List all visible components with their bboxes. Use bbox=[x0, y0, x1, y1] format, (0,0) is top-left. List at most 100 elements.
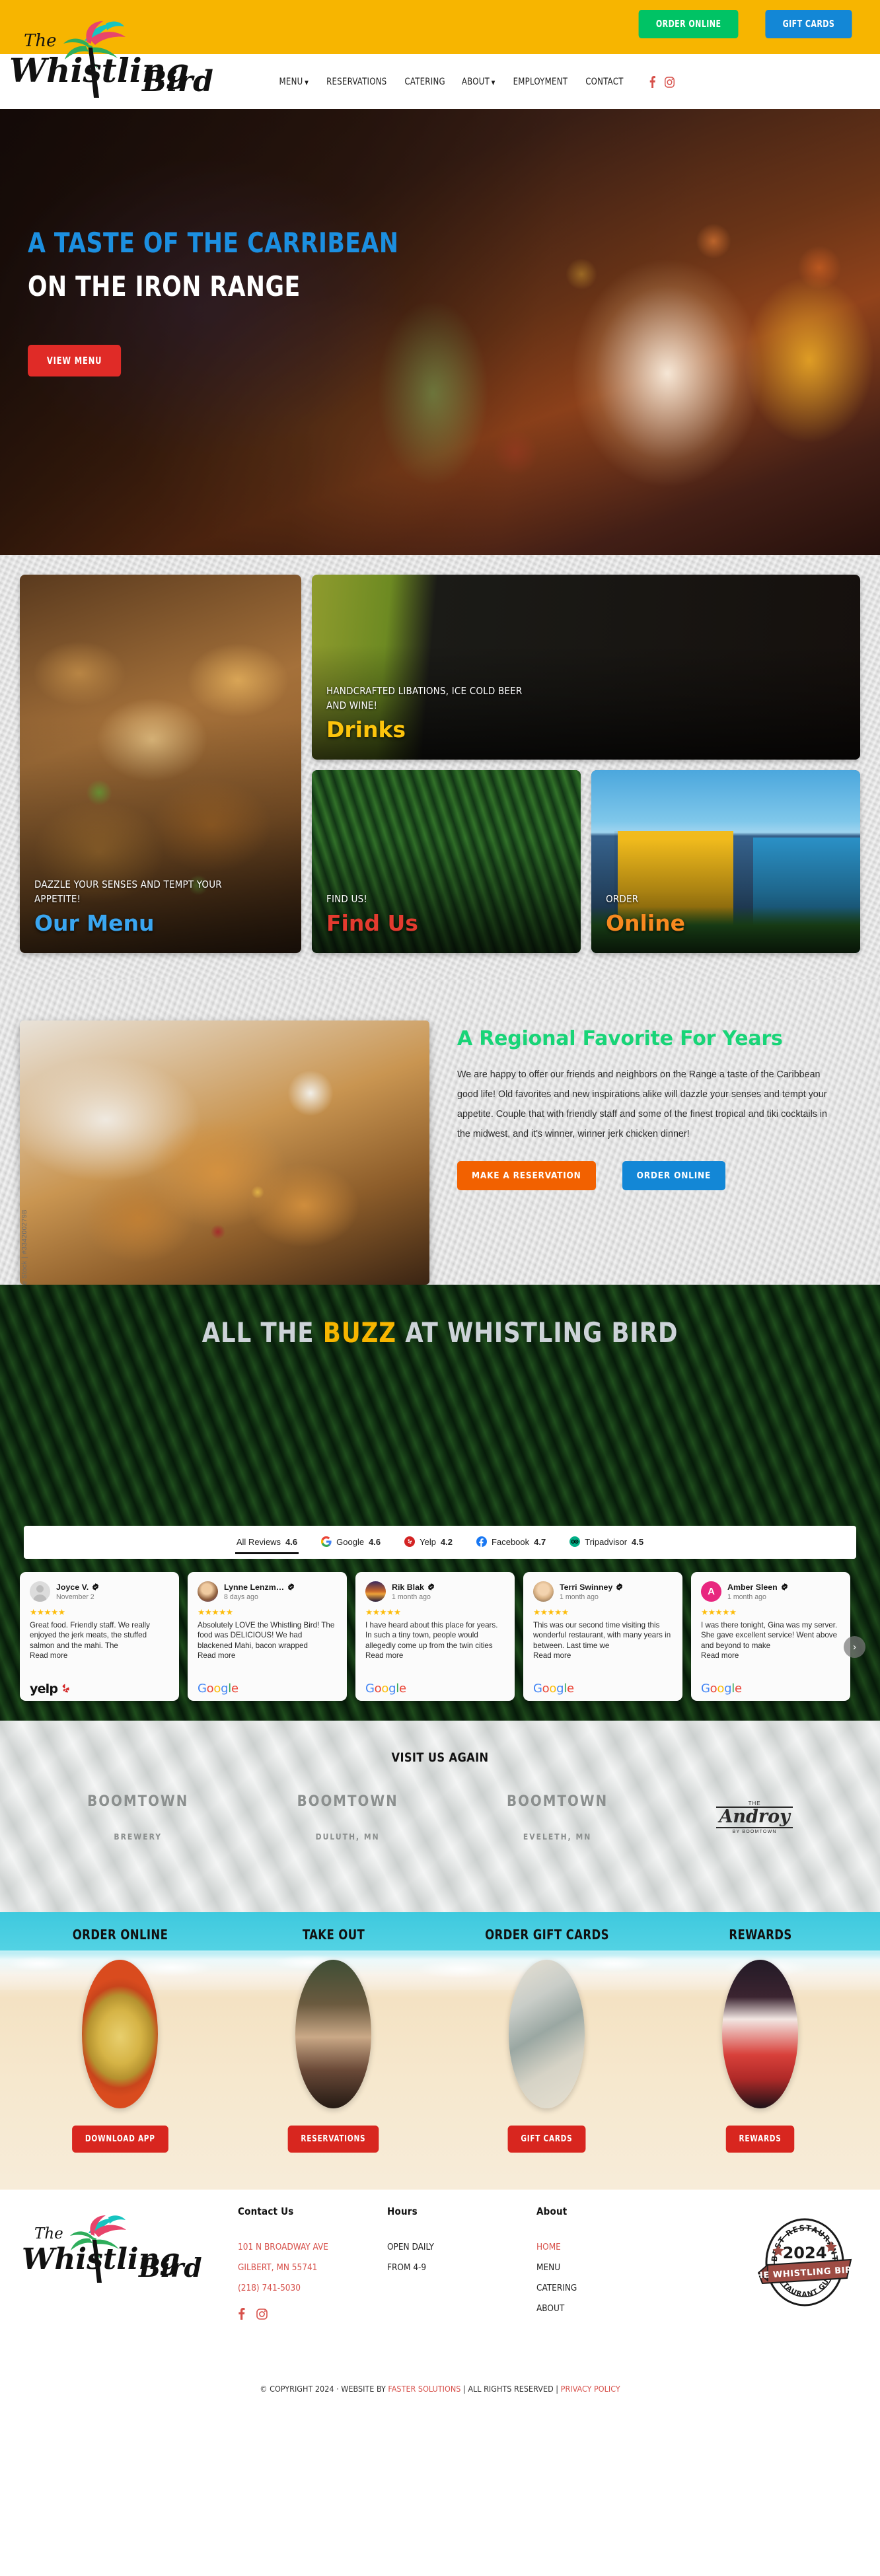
feature-cards-section: DAZZLE YOUR SENSES AND TEMPT YOUR APPETI… bbox=[0, 555, 880, 980]
yelp-wordmark: yelp bbox=[30, 1682, 58, 1696]
nav-item-about[interactable]: ABOUT ▼ bbox=[462, 77, 495, 87]
gift-cards-button[interactable]: GIFT CARDS bbox=[765, 10, 852, 38]
reviews-heading-pre: ALL THE bbox=[202, 1316, 323, 1349]
reviews-heading-post: AT WHISTLING BIRD bbox=[396, 1316, 678, 1349]
review-read-more[interactable]: Read more bbox=[198, 1651, 337, 1661]
review-date: 1 month ago bbox=[392, 1592, 431, 1601]
menu-card-subtitle: DAZZLE YOUR SENSES AND TEMPT YOUR APPETI… bbox=[34, 878, 222, 905]
find-us-card-text: FIND US! Find Us bbox=[326, 892, 418, 936]
regional-dish-image: e Stock | #334200279B bbox=[20, 1020, 429, 1285]
nav-item-catering[interactable]: CATERING bbox=[405, 77, 445, 87]
yelp-burst-icon bbox=[62, 1684, 69, 1692]
order-online-card-subtitle: ORDER bbox=[606, 893, 639, 905]
partner-name: BOOMTOWN bbox=[507, 1793, 608, 1810]
partner-name: BOOMTOWN bbox=[297, 1793, 398, 1810]
footer-link-catering[interactable]: CATERING bbox=[536, 2278, 686, 2299]
review-card[interactable]: Joyce V. November 2 ★★★★★ Great food. Fr… bbox=[20, 1572, 179, 1701]
review-read-more[interactable]: Read more bbox=[701, 1651, 840, 1661]
tab-tripadvisor-score: 4.5 bbox=[632, 1536, 644, 1547]
chevron-down-icon: ▼ bbox=[492, 80, 496, 87]
footer-logo[interactable]: The Whistling Bird bbox=[20, 2208, 205, 2284]
review-read-more[interactable]: Read more bbox=[533, 1651, 673, 1661]
footer-copyright: © COPYRIGHT 2024 · WEBSITE BY FASTER SOL… bbox=[0, 2384, 880, 2394]
instagram-icon[interactable] bbox=[664, 76, 675, 88]
card-order-online[interactable]: ORDER Online bbox=[591, 770, 860, 953]
review-card[interactable]: Rik Blak 1 month ago ★★★★★ I have heard … bbox=[355, 1572, 515, 1701]
reviews-heading: ALL THE BUZZ AT WHISTLING BIRD bbox=[26, 1285, 854, 1349]
review-author: Rik Blak bbox=[392, 1582, 424, 1592]
footer-link-home[interactable]: HOME bbox=[536, 2237, 686, 2258]
review-date: November 2 bbox=[56, 1592, 94, 1601]
review-identity: Terri Swinney 1 month ago bbox=[560, 1583, 623, 1601]
verified-badge-icon bbox=[616, 1583, 623, 1591]
rewards-button[interactable]: REWARDS bbox=[725, 2126, 795, 2153]
nav-item-employment[interactable]: EMPLOYMENT bbox=[513, 77, 568, 87]
nav-item-menu[interactable]: MENU ▼ bbox=[279, 77, 309, 87]
tab-yelp-label: Yelp bbox=[420, 1536, 436, 1547]
footer-link-menu[interactable]: MENU bbox=[536, 2258, 686, 2278]
review-read-more[interactable]: Read more bbox=[365, 1651, 505, 1661]
review-date: 1 month ago bbox=[560, 1592, 599, 1601]
card-find-us[interactable]: FIND US! Find Us bbox=[312, 770, 581, 953]
review-name-row: Terri Swinney bbox=[560, 1583, 623, 1592]
nav-item-contact[interactable]: CONTACT bbox=[585, 77, 623, 87]
make-a-reservation-button[interactable]: MAKE A RESERVATION bbox=[457, 1161, 596, 1190]
reservations-button[interactable]: RESERVATIONS bbox=[287, 2126, 379, 2153]
site-logo[interactable]: The Whistling Bird bbox=[7, 13, 218, 99]
tab-tripadvisor-label: Tripadvisor bbox=[585, 1536, 628, 1547]
card-drinks[interactable]: HANDCRAFTED LIBATIONS, ICE COLD BEER AND… bbox=[312, 575, 860, 760]
review-date: 1 month ago bbox=[727, 1592, 766, 1601]
tab-yelp[interactable]: Yelp 4.2 bbox=[403, 1531, 454, 1554]
facebook-icon[interactable] bbox=[649, 76, 655, 88]
tab-facebook-label: Facebook bbox=[492, 1536, 530, 1547]
order-online-button[interactable]: ORDER ONLINE bbox=[638, 10, 739, 38]
review-stars: ★★★★★ bbox=[701, 1608, 737, 1617]
view-menu-button[interactable]: VIEW MENU bbox=[28, 345, 122, 376]
yelp-icon bbox=[404, 1536, 416, 1547]
footer-address-line2[interactable]: GILBERT, MN 55741 bbox=[238, 2258, 387, 2278]
review-card[interactable]: Lynne Lenzm… 8 days ago ★★★★★ Absolutely… bbox=[188, 1572, 347, 1701]
tab-facebook[interactable]: Facebook 4.7 bbox=[475, 1531, 547, 1554]
feature-cards-right-column: HANDCRAFTED LIBATIONS, ICE COLD BEER AND… bbox=[312, 575, 860, 953]
instagram-icon[interactable] bbox=[256, 2308, 268, 2323]
footer-link-about[interactable]: ABOUT bbox=[536, 2299, 686, 2319]
tab-google[interactable]: Google 4.6 bbox=[320, 1531, 382, 1554]
partner-the-androy[interactable]: THE Androy BY BOOMTOWN bbox=[716, 1801, 793, 1834]
footer-phone[interactable]: (218) 741-5030 bbox=[238, 2278, 387, 2299]
tab-all-reviews[interactable]: All Reviews 4.6 bbox=[235, 1532, 299, 1554]
facebook-icon[interactable] bbox=[238, 2308, 245, 2323]
tripadvisor-icon bbox=[569, 1536, 581, 1547]
partner-name: BOOMTOWN bbox=[87, 1793, 189, 1810]
order-online-card-text: ORDER Online bbox=[606, 892, 685, 936]
review-card[interactable]: A Amber Sleen 1 month ago ★★★★★ I was th… bbox=[691, 1572, 850, 1701]
footer-column-contact: Contact Us 101 N BROADWAY AVE GILBERT, M… bbox=[238, 2205, 387, 2323]
drinks-card-text: HANDCRAFTED LIBATIONS, ICE COLD BEER AND… bbox=[326, 684, 544, 742]
beach-item-take-out: TAKE OUT RESERVATIONS bbox=[258, 1927, 410, 2153]
review-header: A Amber Sleen 1 month ago bbox=[701, 1581, 840, 1602]
order-online-card-title: Online bbox=[606, 910, 686, 936]
faster-solutions-link[interactable]: FASTER SOLUTIONS bbox=[388, 2384, 460, 2394]
carousel-next-button[interactable]: › bbox=[844, 1636, 865, 1658]
nav-item-reservations[interactable]: RESERVATIONS bbox=[326, 77, 386, 87]
card-our-menu[interactable]: DAZZLE YOUR SENSES AND TEMPT YOUR APPETI… bbox=[20, 575, 301, 953]
review-text: Absolutely LOVE the Whistling Bird! The … bbox=[198, 1621, 335, 1650]
verified-badge-icon bbox=[288, 1583, 295, 1591]
tab-tripadvisor[interactable]: Tripadvisor 4.5 bbox=[568, 1531, 645, 1554]
drinks-card-title: Drinks bbox=[326, 717, 406, 742]
partners-heading: VISIT US AGAIN bbox=[391, 1750, 489, 1765]
partner-boomtown-brewery[interactable]: BOOMTOWN BREWERY bbox=[87, 1793, 188, 1842]
footer-address-line1[interactable]: 101 N BROADWAY AVE bbox=[238, 2237, 387, 2258]
order-online-button-regional[interactable]: ORDER ONLINE bbox=[622, 1161, 726, 1190]
page-root: ORDER ONLINE GIFT CARDS The Whistling Bi… bbox=[0, 0, 880, 2411]
image-watermark: e Stock | #334200279B bbox=[21, 1209, 28, 1285]
partner-boomtown-eveleth[interactable]: BOOMTOWN EVELETH, MN bbox=[507, 1793, 608, 1842]
review-read-more[interactable]: Read more bbox=[30, 1651, 169, 1661]
google-wordmark-icon: Google bbox=[533, 1682, 574, 1696]
review-card[interactable]: Terri Swinney 1 month ago ★★★★★ This was… bbox=[523, 1572, 682, 1701]
partner-boomtown-duluth[interactable]: BOOMTOWN DULUTH, MN bbox=[297, 1793, 398, 1842]
privacy-policy-link[interactable]: PRIVACY POLICY bbox=[561, 2384, 620, 2394]
download-app-button[interactable]: DOWNLOAD APP bbox=[71, 2126, 168, 2153]
facebook-icon bbox=[476, 1536, 488, 1547]
avatar bbox=[365, 1581, 386, 1602]
gift-cards-button-beach[interactable]: GIFT CARDS bbox=[507, 2126, 586, 2153]
